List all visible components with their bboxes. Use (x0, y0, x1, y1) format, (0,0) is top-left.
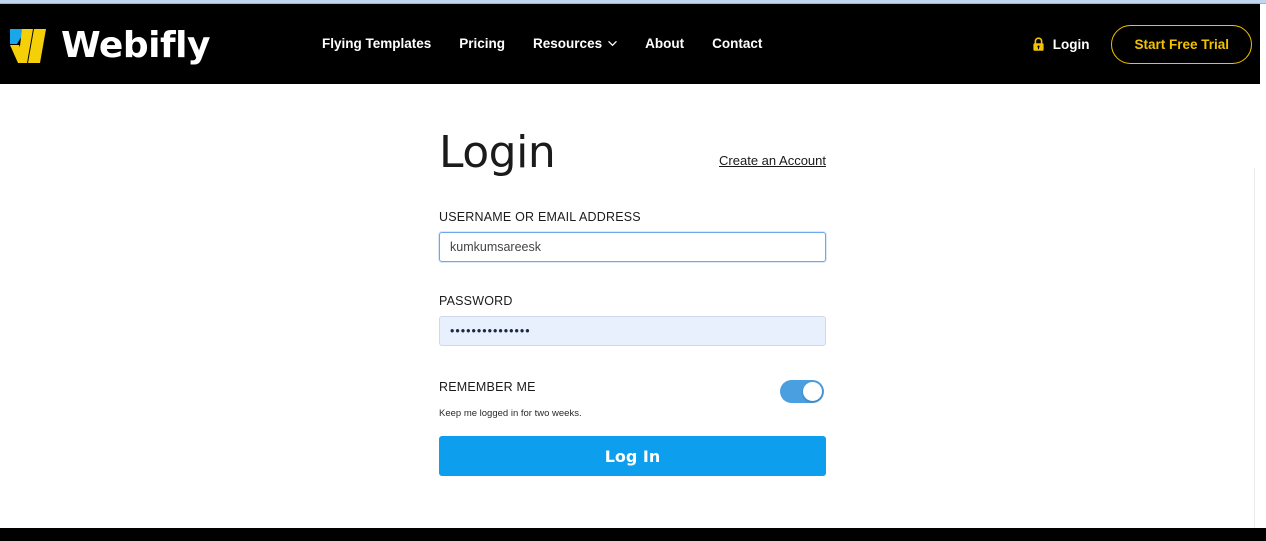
nav-item-resources[interactable]: Resources (533, 37, 617, 51)
lock-icon (1032, 36, 1045, 52)
log-in-button[interactable]: Log In (439, 436, 826, 476)
nav-item-contact[interactable]: Contact (712, 37, 762, 51)
site-header: Webifly Flying Templates Pricing Resourc… (0, 4, 1260, 84)
remember-me-toggle[interactable] (780, 380, 824, 403)
nav-label: Resources (533, 36, 603, 52)
webifly-w-mark-icon (8, 27, 60, 65)
chevron-down-icon (608, 39, 617, 48)
nav-label: Flying Templates (322, 36, 432, 52)
site-logo[interactable]: Webifly (8, 26, 210, 66)
header-login-label: Login (1052, 36, 1090, 52)
username-field-label: USERNAME OR EMAIL ADDRESS (439, 210, 641, 224)
main-navigation: Flying Templates Pricing Resources About… (322, 4, 762, 84)
nav-item-about[interactable]: About (645, 37, 684, 51)
start-free-trial-button[interactable]: Start Free Trial (1111, 24, 1252, 64)
remember-me-hint: Keep me logged in for two weeks. (439, 408, 582, 419)
nav-label: Contact (712, 36, 763, 52)
site-logo-text: Webifly (61, 25, 210, 66)
username-input[interactable] (439, 232, 826, 262)
create-account-link[interactable]: Create an Account (719, 153, 826, 168)
site-footer (0, 528, 1266, 541)
nav-item-flying-templates[interactable]: Flying Templates (322, 37, 431, 51)
password-field-label: PASSWORD (439, 294, 513, 308)
main-content: Login Create an Account USERNAME OR EMAI… (0, 84, 1260, 541)
remember-me-label: REMEMBER ME (439, 380, 536, 394)
header-login-link[interactable]: Login (1032, 36, 1090, 52)
nav-item-pricing[interactable]: Pricing (459, 37, 505, 51)
login-header-row: Login Create an Account (439, 122, 826, 178)
page-scrollbar[interactable] (1254, 168, 1260, 541)
nav-label: About (645, 36, 685, 52)
login-form: Login Create an Account USERNAME OR EMAI… (439, 122, 826, 476)
password-input[interactable] (439, 316, 826, 346)
page-root: Webifly Flying Templates Pricing Resourc… (0, 0, 1266, 541)
header-actions: Login Start Free Trial (1032, 4, 1252, 84)
page-title: Login (439, 127, 556, 178)
remember-me-row: REMEMBER ME Keep me logged in for two we… (439, 380, 826, 422)
toggle-knob (803, 382, 822, 401)
nav-label: Pricing (459, 36, 506, 52)
